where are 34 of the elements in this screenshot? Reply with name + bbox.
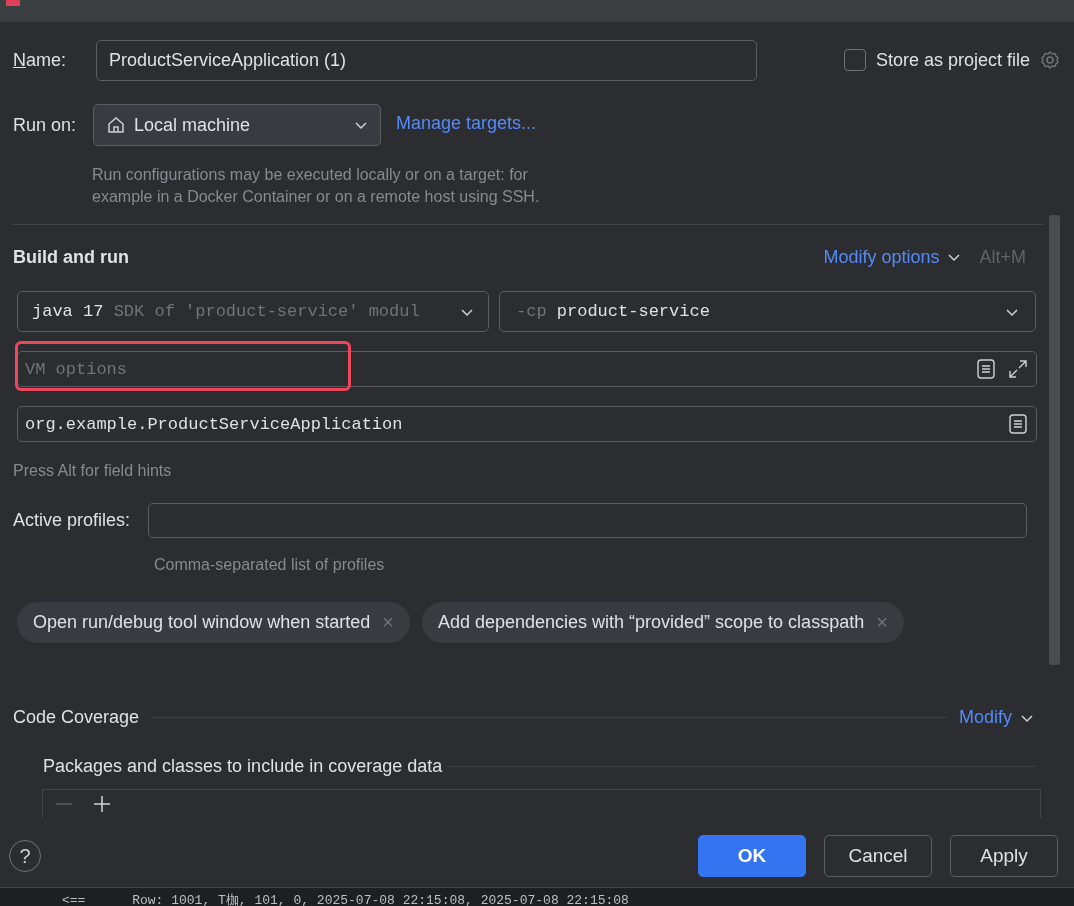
modify-link[interactable]: Modify bbox=[959, 707, 1012, 728]
dialog-button[interactable]: Cancel bbox=[824, 835, 932, 877]
name-label: Name: bbox=[13, 49, 68, 71]
run-on-label: Run on: bbox=[13, 114, 78, 136]
sdk-dropdown[interactable]: java 17 SDK of 'product-service' modul bbox=[17, 291, 489, 332]
run-on-hint: Run configurations may be executed locally or on a target: for example in a Docker Container or on a remote host using SSH. bbox=[92, 165, 541, 207]
profiles-hint: Comma-separated list of profiles bbox=[154, 555, 386, 575]
document-icon[interactable] bbox=[975, 358, 997, 380]
dialog-button[interactable]: Apply bbox=[950, 835, 1058, 877]
classpath-dropdown[interactable]: -cp product-service bbox=[499, 291, 1036, 332]
field-hints-text: Press Alt for field hints bbox=[13, 461, 173, 481]
name-field[interactable]: ProductServiceApplication (1) bbox=[96, 39, 757, 81]
document-icon[interactable] bbox=[1007, 413, 1029, 435]
scrollbar[interactable] bbox=[1049, 215, 1060, 665]
chip-label: Open run/debug tool window when started bbox=[33, 612, 371, 633]
home-icon bbox=[106, 115, 126, 135]
modify-options-link[interactable]: Modify options bbox=[823, 246, 940, 268]
subsection-title: Packages and classes to include in coverage data bbox=[43, 756, 443, 777]
expand-icon[interactable] bbox=[1007, 358, 1029, 380]
active-profiles-label: Active profiles: bbox=[13, 510, 131, 531]
chip-label: Add dependencies with “provided” scope to classpath bbox=[437, 612, 865, 633]
shortcut-label: Alt+M bbox=[979, 246, 1026, 268]
app-icon bbox=[6, 0, 20, 6]
run-target-dropdown[interactable]: Local machine bbox=[93, 104, 381, 146]
store-as-project-file-label: Store as project file bbox=[875, 49, 1030, 71]
dialog-button[interactable]: OK bbox=[698, 835, 806, 877]
console-line: <== Row: 1001, T枷, 101, 0, 2025-07-08 22:15:08, 2025-07-08 22:15:08 bbox=[62, 892, 629, 906]
section-title: Build and run bbox=[13, 246, 129, 268]
manage-targets-link[interactable]: Manage targets... bbox=[396, 112, 537, 134]
section-title: Code Coverage bbox=[13, 707, 140, 728]
active-profiles-field[interactable] bbox=[148, 503, 1028, 538]
main-class-field[interactable]: org.example.ProductServiceApplication bbox=[17, 406, 1037, 442]
settings-icon[interactable] bbox=[1040, 50, 1060, 70]
checkbox[interactable] bbox=[843, 49, 866, 71]
